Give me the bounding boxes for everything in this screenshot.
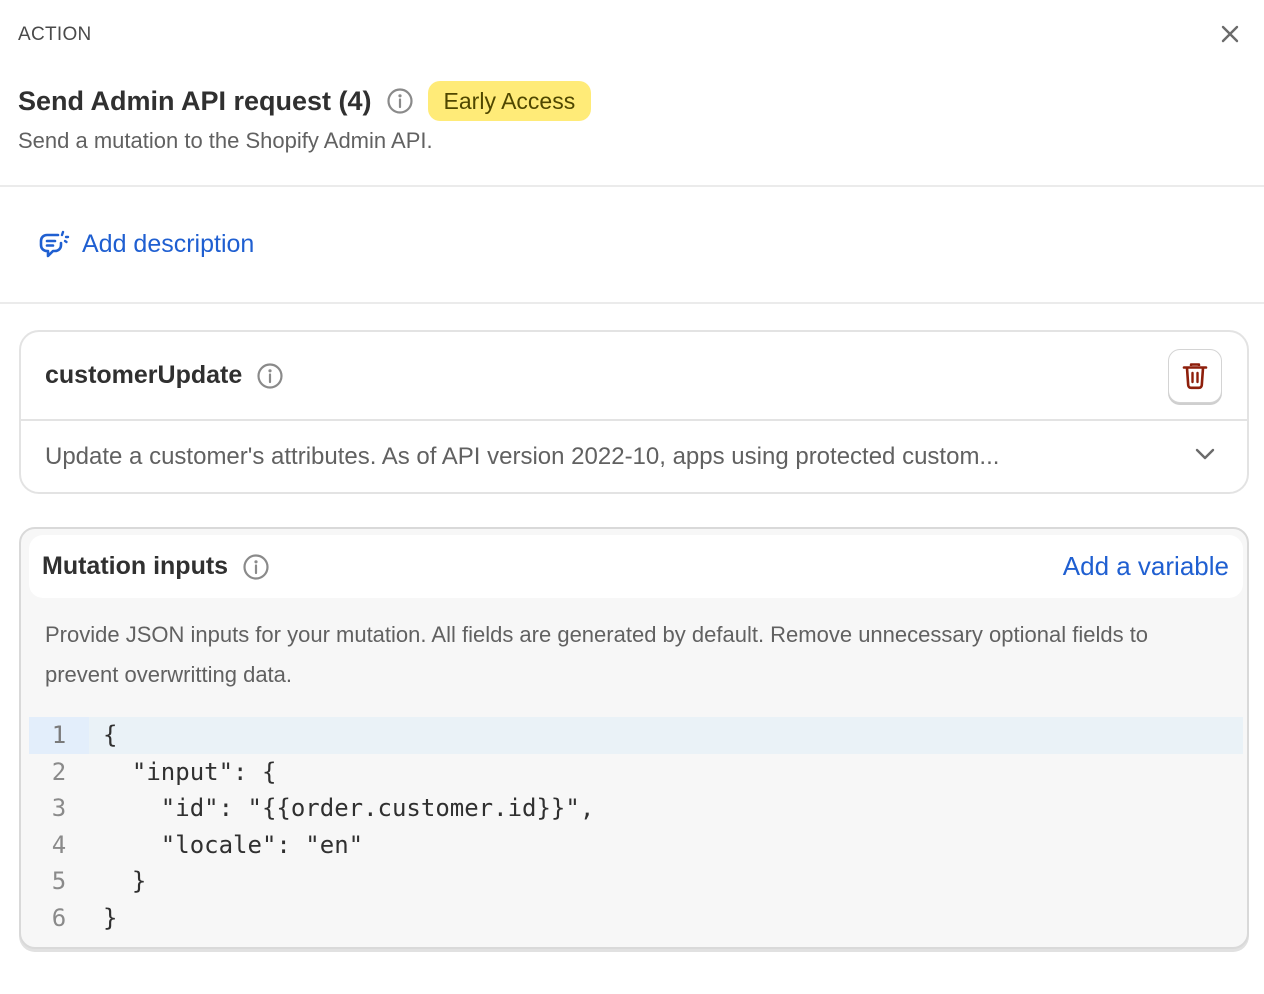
code-line[interactable]: 5 }: [29, 863, 1243, 900]
page-subtitle: Send a mutation to the Shopify Admin API…: [18, 128, 433, 153]
line-number: 2: [51, 757, 67, 786]
code-text: "id": "{{order.customer.id}}",: [103, 794, 595, 823]
mutation-name: customerUpdate: [45, 361, 243, 389]
json-code-editor[interactable]: 1{2 "input": {3 "id": "{{order.customer.…: [29, 717, 1243, 937]
trash-icon: [1182, 363, 1208, 390]
section-eyebrow: ACTION: [18, 24, 92, 45]
close-button[interactable]: [1218, 22, 1242, 46]
code-text: "locale": "en": [103, 830, 364, 859]
code-line[interactable]: 6}: [29, 900, 1243, 937]
chevron-down-icon: [1195, 448, 1215, 460]
line-number: 3: [51, 794, 67, 823]
mutation-inputs-header: Mutation inputs Add a variable: [29, 535, 1243, 598]
mutation-inputs-title: Mutation inputs: [42, 552, 229, 580]
line-number: 4: [51, 830, 67, 859]
code-text: "input": {: [103, 757, 277, 786]
code-line[interactable]: 3 "id": "{{order.customer.id}}",: [29, 790, 1243, 827]
code-text: }: [103, 867, 147, 896]
add-description-button[interactable]: Add description: [38, 230, 254, 260]
code-line[interactable]: 1{: [29, 717, 1243, 754]
close-icon: [1221, 25, 1239, 43]
code-line[interactable]: 4 "locale": "en": [29, 827, 1243, 864]
add-description-label: Add description: [82, 230, 255, 258]
add-variable-link[interactable]: Add a variable: [1063, 551, 1229, 582]
mutation-card: customerUpdate Update a customer's attri…: [19, 330, 1249, 494]
mutation-inputs-help: Provide JSON inputs for your mutation. A…: [45, 622, 1149, 687]
line-number: 5: [51, 867, 67, 896]
mutation-card-header: customerUpdate: [21, 332, 1247, 421]
comment-add-icon: [39, 230, 70, 257]
early-access-badge: Early Access: [427, 81, 592, 121]
line-number: 6: [51, 903, 67, 932]
info-icon[interactable]: [242, 553, 270, 581]
description-section: Add description: [0, 187, 1264, 304]
code-text: }: [103, 903, 118, 932]
delete-mutation-button[interactable]: [1168, 349, 1222, 403]
action-header: ACTION Send Admin API request (4) Early …: [0, 0, 1264, 187]
mutation-description-toggle[interactable]: Update a customer's attributes. As of AP…: [21, 421, 1247, 493]
mutation-description: Update a customer's attributes. As of AP…: [45, 443, 1000, 470]
page-title: Send Admin API request (4): [18, 85, 372, 116]
code-text: {: [103, 721, 118, 750]
line-number: 1: [29, 717, 89, 754]
info-icon[interactable]: [256, 362, 284, 390]
code-line[interactable]: 2 "input": {: [29, 754, 1243, 791]
mutation-inputs-panel: Mutation inputs Add a variable Provide J…: [19, 527, 1249, 949]
info-icon[interactable]: [386, 87, 414, 115]
title-row: Send Admin API request (4) Early Access: [18, 80, 592, 122]
